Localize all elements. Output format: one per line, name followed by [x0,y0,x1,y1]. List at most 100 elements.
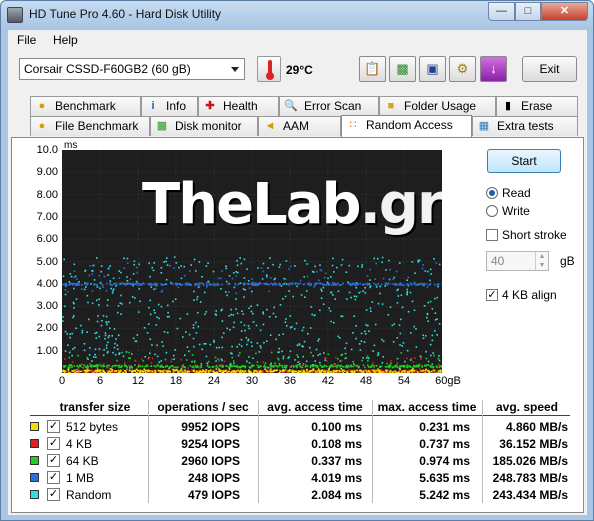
data-point [129,283,131,285]
data-point [419,368,421,371]
data-point [274,362,276,365]
data-point [297,283,300,285]
thermometer-icon [257,56,281,82]
maximize-button[interactable]: □ [515,2,541,21]
copy-info-button[interactable]: 📋 [359,56,386,82]
data-point [334,282,336,285]
data-point [355,325,357,327]
data-point [239,352,241,354]
data-point [73,263,76,266]
data-point [278,347,280,350]
data-point [95,283,97,286]
tab-file-benchmark[interactable]: ● File Benchmark [30,116,150,136]
data-point [378,371,381,373]
copy-screenshot-button[interactable]: ▩ [389,56,416,82]
data-point [233,272,235,274]
data-point [81,329,84,332]
data-point [360,371,363,373]
menu-help[interactable]: Help [53,33,78,47]
series-visible-checkbox[interactable]: ✓ [47,454,60,467]
download-button[interactable]: ↓ [480,56,507,82]
data-point [373,282,375,285]
data-point [191,371,193,373]
options-button[interactable]: ⚙ [449,56,476,82]
data-point [278,266,281,268]
start-button[interactable]: Start [487,149,561,173]
drive-select[interactable]: Corsair CSSD-F60GB2 (60 gB) [19,58,245,80]
data-point [65,282,67,285]
data-point [265,274,268,276]
data-point [253,364,255,367]
data-point [426,313,429,316]
data-point [287,370,290,372]
data-point [398,284,400,286]
data-point [109,327,111,329]
data-point [127,262,129,264]
data-point [86,294,89,297]
series-visible-checkbox[interactable]: ✓ [47,420,60,433]
minimize-button[interactable]: — [488,2,515,21]
data-point [240,338,243,341]
tab-error-scan[interactable]: 🔍 Error Scan [279,96,379,116]
data-point [262,270,265,273]
data-point [115,282,117,285]
data-point [217,282,219,285]
tab-random-access[interactable]: ∷ Random Access [341,115,472,137]
short-stroke-checkbox[interactable] [486,229,498,241]
data-point [225,267,228,270]
series-visible-checkbox[interactable]: ✓ [47,437,60,450]
data-point [93,264,96,267]
data-point [101,320,103,322]
tab-extra-tests[interactable]: ▦ Extra tests [472,116,578,136]
data-point [178,266,180,269]
data-point [412,361,414,363]
data-point [373,344,376,347]
data-point [86,283,89,285]
plot-area: TheLab.gr [62,150,442,373]
tab-folder-usage[interactable]: ■ Folder Usage [379,96,496,116]
short-stroke-size-input[interactable]: 40 ▲ ▼ [486,251,549,271]
data-point [317,354,319,357]
series-visible-checkbox[interactable]: ✓ [47,488,60,501]
tab-health[interactable]: ✚ Health [198,96,279,116]
data-point [243,258,246,261]
data-point [427,364,430,366]
data-point [154,371,157,373]
data-point [220,358,223,361]
data-point [239,257,241,259]
data-point [149,299,151,302]
data-point [96,331,98,334]
spin-arrows-icon[interactable]: ▲ ▼ [535,252,548,270]
data-point [318,279,320,282]
data-point [367,366,370,368]
data-point [88,274,91,277]
tab-erase[interactable]: ▮ Erase [496,96,578,116]
data-point [222,371,225,373]
close-button[interactable]: ✕ [541,2,588,21]
data-point [220,309,222,312]
tab-disk-monitor[interactable]: ▩ Disk monitor [150,116,258,136]
data-point [433,354,435,357]
data-point [256,361,259,363]
data-point [206,284,208,286]
tab-benchmark[interactable]: ● Benchmark [30,96,141,116]
data-point [402,342,405,344]
data-point [70,275,73,278]
data-point [257,283,260,285]
tab-aam[interactable]: ◄ AAM [258,116,341,136]
series-visible-checkbox[interactable]: ✓ [47,471,60,484]
data-point [124,362,126,364]
data-point [311,313,313,316]
data-point [157,364,159,367]
write-radio[interactable] [486,205,498,217]
title-bar[interactable]: HD Tune Pro 4.60 - Hard Disk Utility — □… [1,1,593,29]
tab-info[interactable]: i Info [141,96,198,116]
menu-file[interactable]: File [17,33,36,47]
read-radio[interactable] [486,187,498,199]
exit-button[interactable]: Exit [522,56,577,82]
save-button[interactable]: ▣ [419,56,446,82]
data-point [112,290,114,292]
data-point [285,366,288,369]
align-checkbox[interactable]: ✓ [486,289,498,301]
data-point [117,311,119,314]
